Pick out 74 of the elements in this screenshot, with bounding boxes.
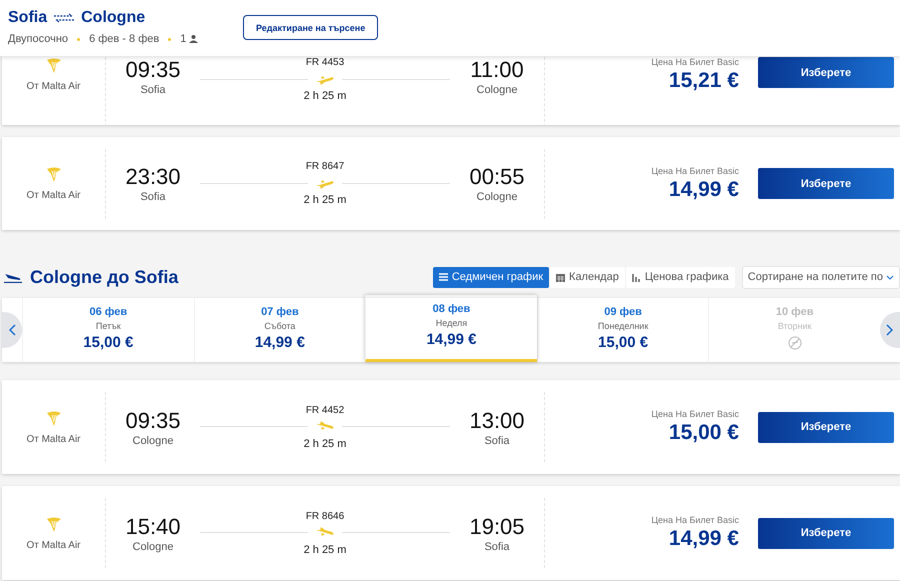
next-dates-button[interactable] [880,312,900,348]
view-tab[interactable]: Ценова графика [626,266,735,288]
arrival-time: 13:00 [469,408,525,434]
fare-label: Цена На Билет Basic [651,57,739,67]
date-tab[interactable]: 08 фев Неделя 14,99 € [365,295,537,362]
departure-city: Cologne [132,540,174,552]
departure-city: Sofia [140,84,166,96]
arrival-city: Sofia [484,540,510,552]
trip-type: Двупосочно [8,33,68,45]
arrival-time: 19:05 [469,514,525,540]
airline-name: От Malta Air [26,81,81,92]
flight-number: FR 4452 [306,404,344,416]
flight-duration: 2 h 25 m [304,438,346,450]
plane-icon [316,73,334,85]
no-flights-icon [788,336,802,350]
bar-chart-icon [632,272,641,282]
destination-city: Cologne [81,9,146,27]
select-button[interactable]: Изберете [758,168,894,199]
chevron-right-icon [886,324,894,336]
arrival-city: Cologne [476,84,518,96]
edit-search-button[interactable]: Редактиране на търсене [243,15,378,40]
ticket-price: 14,99 € [668,527,739,551]
origin-city: Sofia [8,9,48,27]
harp-logo-icon [44,516,62,534]
arrival-city: Sofia [484,434,510,446]
departure-city: Cologne [132,434,174,446]
flight-duration: 2 h 25 m [304,544,346,556]
select-button[interactable]: Изберете [758,518,894,548]
departure-time: 15:40 [125,514,181,540]
ticket-price: 14,99 € [668,178,739,202]
flight-number: FR 8646 [306,510,344,522]
departure-time: 23:30 [125,164,181,190]
calendar-icon [556,272,566,282]
plane-icon [316,526,334,538]
fare-label: Цена На Билет Basic [651,166,739,176]
trip-dates: 6 фев - 8 фев [89,33,160,45]
sort-dropdown[interactable]: Сортиране на полетите по [742,266,900,288]
round-trip-icon [53,13,76,23]
date-tab[interactable]: 09 фев Понеделник 15,00 € [536,298,708,362]
select-button[interactable]: Изберете [758,57,894,88]
passenger-count: 1 [180,33,186,45]
ticket-price: 15,21 € [668,69,739,93]
list-icon [438,273,448,281]
airline-name: От Malta Air [26,540,81,550]
fare-label: Цена На Билет Basic [651,409,739,419]
plane-landing-icon [4,271,22,283]
ticket-price: 15,00 € [668,421,739,445]
date-tab[interactable]: 06 фев Петък 15,00 € [22,298,194,362]
plane-icon [316,420,334,432]
flight-duration: 2 h 25 m [304,90,346,102]
fare-label: Цена На Билет Basic [651,515,739,525]
airline-name: От Malta Air [26,190,81,201]
view-tab[interactable]: Седмичен график [432,266,550,288]
flight-number: FR 4453 [306,57,344,68]
chevron-down-icon [886,274,894,280]
arrival-city: Cologne [476,191,518,203]
arrival-time: 00:55 [469,164,525,190]
harp-logo-icon [44,410,62,428]
airline-name: От Malta Air [26,434,81,444]
select-button[interactable]: Изберете [758,412,894,442]
departure-city: Sofia [140,191,166,203]
date-tab[interactable]: 07 фев Събота 14,99 € [194,298,366,362]
plane-icon [316,177,334,189]
flight-number: FR 8647 [306,161,344,172]
previous-dates-button[interactable] [2,312,22,348]
arrival-time: 11:00 [470,57,524,83]
person-icon [189,35,198,43]
flight-duration: 2 h 25 m [304,194,346,206]
harp-logo-icon [44,166,62,184]
view-tab[interactable]: Календар [550,266,625,288]
section-title: Cologne до Sofia [30,266,178,288]
chevron-left-icon [8,324,16,336]
departure-time: 09:35 [125,57,181,83]
departure-time: 09:35 [125,408,181,434]
